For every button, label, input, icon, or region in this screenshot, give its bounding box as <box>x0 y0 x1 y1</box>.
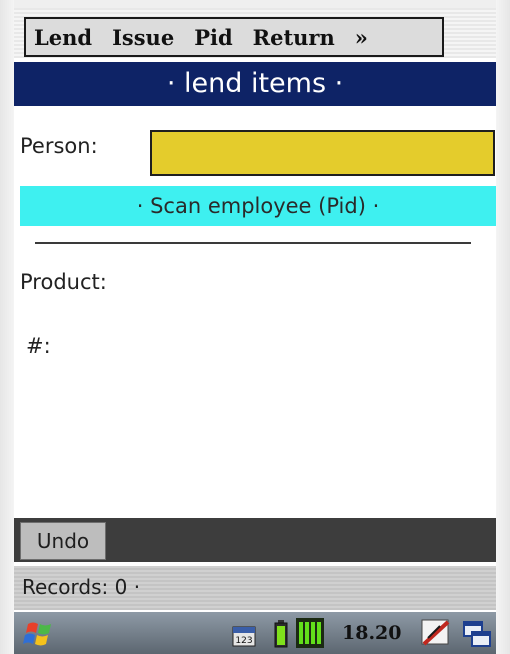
keyboard-123-icon[interactable]: 123 <box>232 624 256 648</box>
device-bezel-right <box>496 0 510 654</box>
window-switch-icon[interactable] <box>462 620 492 650</box>
divider <box>35 242 471 244</box>
battery-icon <box>274 620 288 648</box>
menu-bar: Lend Issue Pid Return » <box>14 8 496 58</box>
device-bezel-left <box>0 0 14 654</box>
menu-item-return[interactable]: Return <box>253 25 335 50</box>
menu-item-lend[interactable]: Lend <box>34 25 92 50</box>
svg-text:123: 123 <box>235 636 252 646</box>
menu-more-button[interactable]: » <box>355 25 368 50</box>
records-count: Records: 0 · <box>22 575 141 599</box>
product-label: Product: <box>20 270 107 294</box>
status-bar: Records: 0 · <box>14 566 496 610</box>
menu-item-issue[interactable]: Issue <box>112 25 174 50</box>
bottom-toolbar: Undo <box>14 518 496 562</box>
menu-item-pid[interactable]: Pid <box>194 25 232 50</box>
scan-employee-prompt: · Scan employee (Pid) · <box>20 186 496 226</box>
menu-frame: Lend Issue Pid Return » <box>24 17 444 57</box>
person-input[interactable] <box>150 130 495 176</box>
windows-start-icon[interactable] <box>22 618 58 650</box>
taskbar: 123 18.20 <box>14 612 496 654</box>
pen-input-icon[interactable] <box>420 618 452 648</box>
device-bezel-top <box>0 0 510 8</box>
person-label: Person: <box>20 134 98 158</box>
quantity-label: #: <box>26 334 51 358</box>
page-title: · lend items · <box>14 62 496 106</box>
signal-icon <box>296 618 324 648</box>
clock[interactable]: 18.20 <box>342 622 402 644</box>
undo-button[interactable]: Undo <box>20 522 106 560</box>
